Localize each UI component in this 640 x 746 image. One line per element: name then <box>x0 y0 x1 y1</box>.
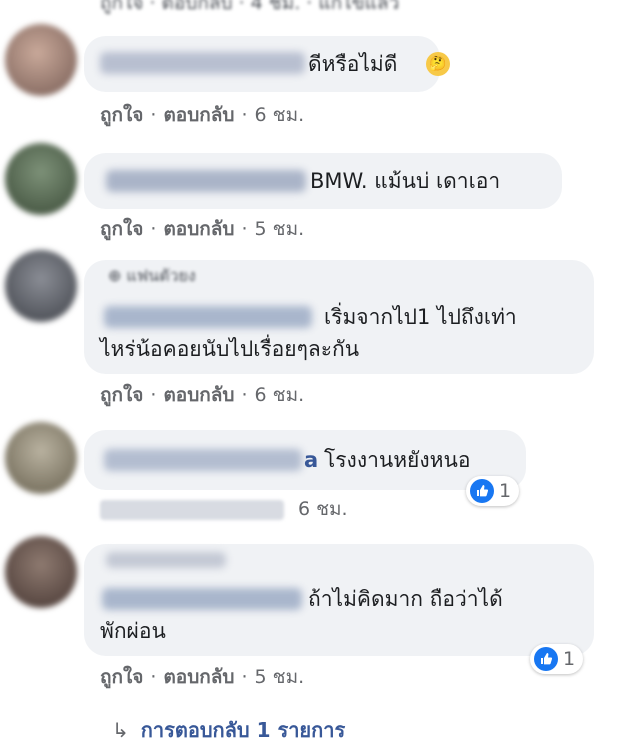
thinking-face-icon: 🤔 <box>426 52 450 76</box>
commenter-name[interactable] <box>102 588 302 610</box>
view-replies-link[interactable]: ↳ การตอบกลับ 1 รายการ <box>112 714 345 746</box>
commenter-name[interactable] <box>100 52 305 74</box>
reply-link[interactable]: ตอบกลับ <box>163 666 234 688</box>
timestamp[interactable]: 5 ชม. <box>255 218 305 240</box>
timestamp[interactable]: 5 ชม. <box>255 666 305 688</box>
commenter-name[interactable] <box>104 306 312 328</box>
reaction-count[interactable]: 1 <box>530 644 584 674</box>
comment-bubble: BMW. แม้นบ่ เดาเอา <box>84 153 562 209</box>
top-partial-actions: ถูกใจ · ตอบกลับ · 4 ชม. · แก้ไขแล้ว <box>100 0 400 14</box>
like-link[interactable]: ถูกใจ <box>100 666 143 688</box>
fan-badge: ⊕ แฟนตัวยง <box>108 264 196 289</box>
comment-bubble: ถ้าไม่คิดมาก ถือว่าได้ พักผ่อน <box>84 544 594 656</box>
reply-link[interactable]: ตอบกลับ <box>163 218 234 240</box>
comment-text-line: ถ้าไม่คิดมาก ถือว่าได้ <box>308 587 503 611</box>
comment-actions: ถูกใจ · ตอบกลับ · 6 ชม. <box>100 384 305 406</box>
comment-text: BMW. แม้นบ่ เดาเอา <box>310 169 501 193</box>
reaction-count[interactable]: 1 <box>466 476 520 506</box>
timestamp[interactable]: 6 ชม. <box>255 104 305 126</box>
timestamp[interactable]: 6 ชม. <box>255 384 305 406</box>
thumbs-up-icon <box>534 647 558 671</box>
avatar[interactable] <box>5 536 77 608</box>
commenter-name[interactable] <box>104 449 302 471</box>
avatar[interactable] <box>5 143 77 215</box>
comment-actions: 6 ชม. <box>100 494 348 524</box>
like-link[interactable]: ถูกใจ <box>100 104 143 126</box>
commenter-subtitle <box>106 552 226 568</box>
comment-text-line: พักผ่อน <box>100 619 166 643</box>
reply-arrow-icon: ↳ <box>112 718 129 742</box>
comment-actions: ถูกใจ · ตอบกลับ · 5 ชม. <box>100 218 305 240</box>
like-link[interactable]: ถูกใจ <box>100 384 143 406</box>
reply-link[interactable]: ตอบกลับ <box>163 104 234 126</box>
timestamp[interactable]: 6 ชม. <box>298 498 348 520</box>
avatar[interactable] <box>5 24 77 96</box>
reaction-number: 1 <box>499 480 512 502</box>
reply-link[interactable]: ตอบกลับ <box>163 384 234 406</box>
comment-bubble: ดีหรือไม่ดี 🤔 <box>84 36 450 92</box>
comment-bubble: ⊕ แฟนตัวยง เริ่มจากไป1 ไปถึงเท่า ไหร่น้อ… <box>84 260 594 374</box>
comment-actions: ถูกใจ · ตอบกลับ · 6 ชม. <box>100 104 305 126</box>
avatar[interactable] <box>5 250 77 322</box>
comment-text: โรงงานหยังหนอ <box>324 448 471 472</box>
comment-text-line: เริ่มจากไป1 ไปถึงเท่า <box>324 305 517 329</box>
comment-actions: ถูกใจ · ตอบกลับ · 5 ชม. <box>100 666 305 688</box>
blurred-actions <box>100 499 284 520</box>
badge-icon: ⊕ <box>108 266 127 285</box>
reaction-number: 1 <box>563 648 576 670</box>
comment-bubble: a โรงงานหยังหนอ <box>84 430 526 490</box>
comment-text: ดีหรือไม่ดี <box>308 52 398 76</box>
comment-text-line: ไหร่น้อคอยนับไปเรื่อยๆละกัน <box>100 337 360 361</box>
badge-label: แฟนตัวยง <box>126 266 196 285</box>
thumbs-up-icon <box>470 479 494 503</box>
view-replies-label[interactable]: การตอบกลับ 1 รายการ <box>141 718 345 742</box>
commenter-name[interactable] <box>106 170 306 192</box>
commenter-name-suffix[interactable]: a <box>304 445 318 475</box>
avatar[interactable] <box>5 422 77 494</box>
like-link[interactable]: ถูกใจ <box>100 218 143 240</box>
